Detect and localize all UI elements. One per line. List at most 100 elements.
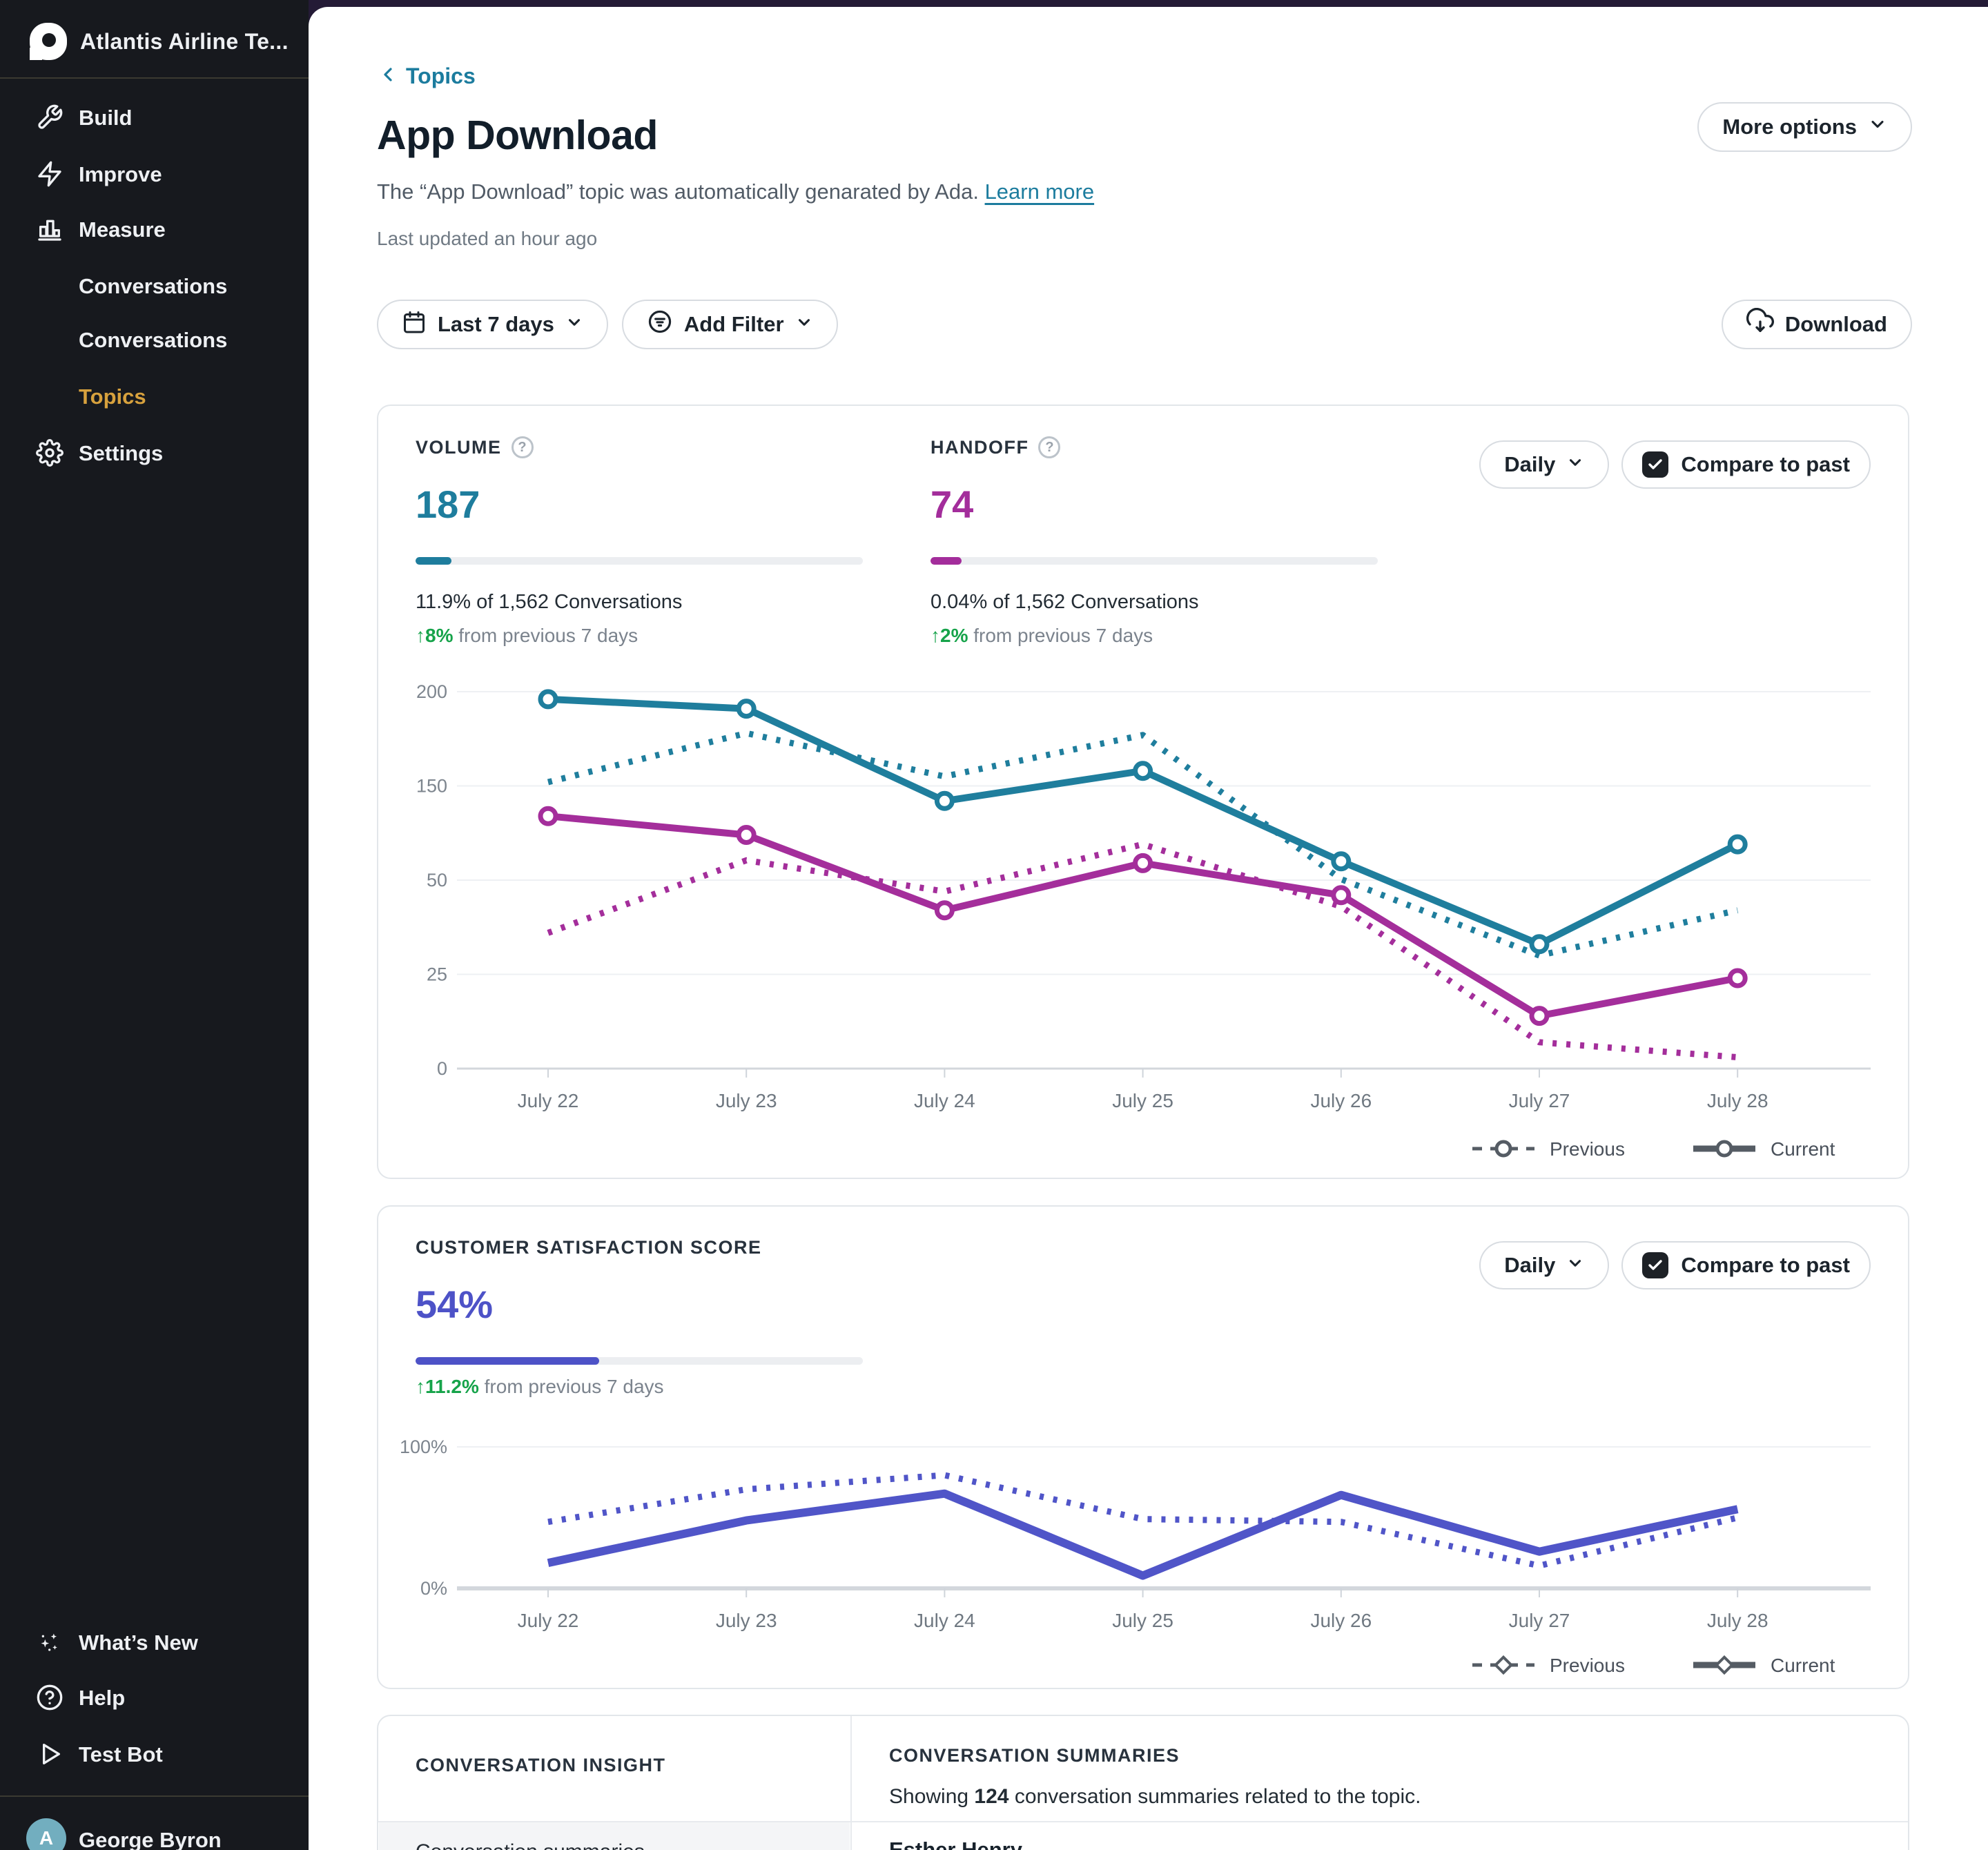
add-filter-button[interactable]: Add Filter: [622, 300, 838, 349]
handoff-value: 74: [930, 482, 1378, 527]
ada-logo-icon: [26, 19, 70, 64]
showing-suffix: conversation summaries related to the to…: [1008, 1785, 1421, 1808]
volume-metric: VOLUME ? 187 11.9% of 1,562 Conversation…: [416, 436, 863, 647]
svg-text:July 25: July 25: [1112, 1610, 1173, 1631]
sidebar-item-label: Conversations: [79, 274, 227, 299]
compare-to-past-toggle[interactable]: Compare to past: [1621, 440, 1871, 489]
chart2-controls: Daily Compare to past: [1479, 1241, 1871, 1289]
svg-text:July 22: July 22: [518, 1090, 579, 1111]
sidebar-item-topics[interactable]: Topics: [0, 368, 309, 425]
svg-text:July 28: July 28: [1707, 1610, 1768, 1631]
download-button[interactable]: Download: [1722, 300, 1912, 349]
volume-value: 187: [416, 482, 863, 527]
svg-text:25: 25: [427, 964, 447, 985]
csat-delta: ↑11.2% from previous 7 days: [416, 1376, 863, 1398]
learn-more-link[interactable]: Learn more: [985, 179, 1095, 204]
svg-text:July 25: July 25: [1112, 1090, 1173, 1111]
chart1-controls: Daily Compare to past: [1479, 440, 1871, 489]
sidebar-item-label: Measure: [79, 217, 166, 242]
chevron-down-icon: [1566, 1253, 1584, 1278]
sidebar-item-label: Build: [79, 106, 133, 130]
filter-toolbar: Last 7 days Add Filter: [377, 300, 838, 349]
svg-text:July 24: July 24: [914, 1610, 975, 1631]
svg-text:Previous: Previous: [1550, 1655, 1625, 1676]
sidebar-item-settings[interactable]: Settings: [0, 425, 309, 481]
sidebar-item-build[interactable]: Build: [0, 89, 309, 146]
svg-text:July 27: July 27: [1509, 1610, 1570, 1631]
more-options-label: More options: [1722, 115, 1857, 139]
svg-text:100%: 100%: [400, 1437, 447, 1457]
page-title: App Download: [377, 112, 658, 159]
compare-to-past-toggle[interactable]: Compare to past: [1621, 1241, 1871, 1289]
conversation-insight-header: CONVERSATION INSIGHT: [416, 1755, 666, 1776]
workspace-switcher[interactable]: Atlantis Airline Te...: [0, 14, 309, 69]
sidebar-item-measure[interactable]: Measure: [0, 201, 309, 257]
svg-text:0%: 0%: [420, 1578, 447, 1599]
interval-dropdown[interactable]: Daily: [1479, 440, 1609, 489]
app-root: Atlantis Airline Te... Build Improve Mea…: [0, 0, 1988, 1850]
more-options-button[interactable]: More options: [1697, 102, 1912, 152]
insight-item-label: Conversation summaries: [416, 1840, 645, 1850]
filter-icon: [647, 309, 673, 340]
date-range-button[interactable]: Last 7 days: [377, 300, 608, 349]
compare-label: Compare to past: [1681, 1253, 1850, 1278]
sidebar-item-label: What’s New: [79, 1630, 198, 1655]
csat-label: CUSTOMER SATISFACTION SCORE: [416, 1237, 762, 1258]
sidebar-item-conversations-2[interactable]: Conversations: [0, 311, 309, 368]
help-icon[interactable]: ?: [511, 436, 534, 458]
svg-text:Previous: Previous: [1550, 1138, 1625, 1160]
sidebar-item-improve[interactable]: Improve: [0, 146, 309, 202]
user-name: George Byron: [79, 1828, 222, 1850]
svg-text:July 26: July 26: [1310, 1090, 1372, 1111]
help-icon[interactable]: ?: [1038, 436, 1060, 458]
svg-text:Current: Current: [1771, 1138, 1835, 1160]
sidebar-item-help[interactable]: Help: [0, 1669, 309, 1726]
svg-text:July 23: July 23: [716, 1610, 777, 1631]
chevron-down-icon: [795, 312, 813, 337]
interval-dropdown[interactable]: Daily: [1479, 1241, 1609, 1289]
svg-text:July 23: July 23: [716, 1090, 777, 1111]
workspace-name: Atlantis Airline Te...: [80, 29, 289, 55]
user-menu[interactable]: A George Byron: [0, 1814, 309, 1850]
chevron-down-icon: [1566, 452, 1584, 477]
vertical-divider: [850, 1716, 852, 1850]
last-updated-text: Last updated an hour ago: [377, 228, 597, 250]
interval-label: Daily: [1504, 452, 1555, 477]
handoff-label: HANDOFF: [930, 437, 1029, 458]
bar-chart-icon: [36, 215, 64, 243]
sidebar-item-whats-new[interactable]: What’s New: [0, 1614, 309, 1671]
volume-progress-bar: [416, 557, 863, 565]
volume-handoff-chart: 02550150200July 22July 23July 24July 25J…: [378, 643, 1911, 1180]
csat-delta-value: ↑11.2%: [416, 1376, 479, 1397]
summary-author: Esther Henry: [889, 1838, 1022, 1850]
breadcrumb-label: Topics: [406, 64, 476, 89]
showing-prefix: Showing: [889, 1785, 974, 1808]
conversation-summaries-header: CONVERSATION SUMMARIES: [889, 1745, 1180, 1766]
page-description: The “App Download” topic was automatical…: [377, 179, 1094, 204]
download-label: Download: [1785, 312, 1887, 337]
compare-label: Compare to past: [1681, 452, 1850, 477]
checkbox-checked-icon: [1642, 1252, 1668, 1278]
csat-metric: CUSTOMER SATISFACTION SCORE 54% ↑11.2% f…: [416, 1237, 863, 1398]
svg-text:50: 50: [427, 870, 447, 890]
sidebar-item-label: Test Bot: [79, 1742, 163, 1767]
csat-value: 54%: [416, 1282, 863, 1327]
sparkles-icon: [36, 1628, 64, 1656]
sidebar-item-label: Improve: [79, 162, 162, 187]
volume-label: VOLUME: [416, 437, 502, 458]
sidebar-item-conversations[interactable]: Conversations: [0, 257, 309, 314]
help-circle-icon: [36, 1684, 64, 1711]
wrench-icon: [36, 104, 64, 131]
chevron-left-icon: [377, 64, 399, 89]
sidebar-item-label: Settings: [79, 441, 163, 466]
svg-text:July 24: July 24: [914, 1090, 975, 1111]
svg-text:Current: Current: [1771, 1655, 1835, 1676]
breadcrumb-topics[interactable]: Topics: [377, 61, 476, 91]
volume-share: 11.9% of 1,562 Conversations: [416, 591, 863, 614]
csat-chart: 0%100%July 22July 23July 24July 25July 2…: [378, 1416, 1911, 1691]
insight-item-conversation-summaries[interactable]: Conversation summaries: [379, 1822, 850, 1850]
calendar-icon: [402, 309, 427, 340]
sidebar-divider: [0, 1795, 309, 1797]
svg-text:200: 200: [416, 681, 447, 702]
sidebar-item-test-bot[interactable]: Test Bot: [0, 1726, 309, 1782]
